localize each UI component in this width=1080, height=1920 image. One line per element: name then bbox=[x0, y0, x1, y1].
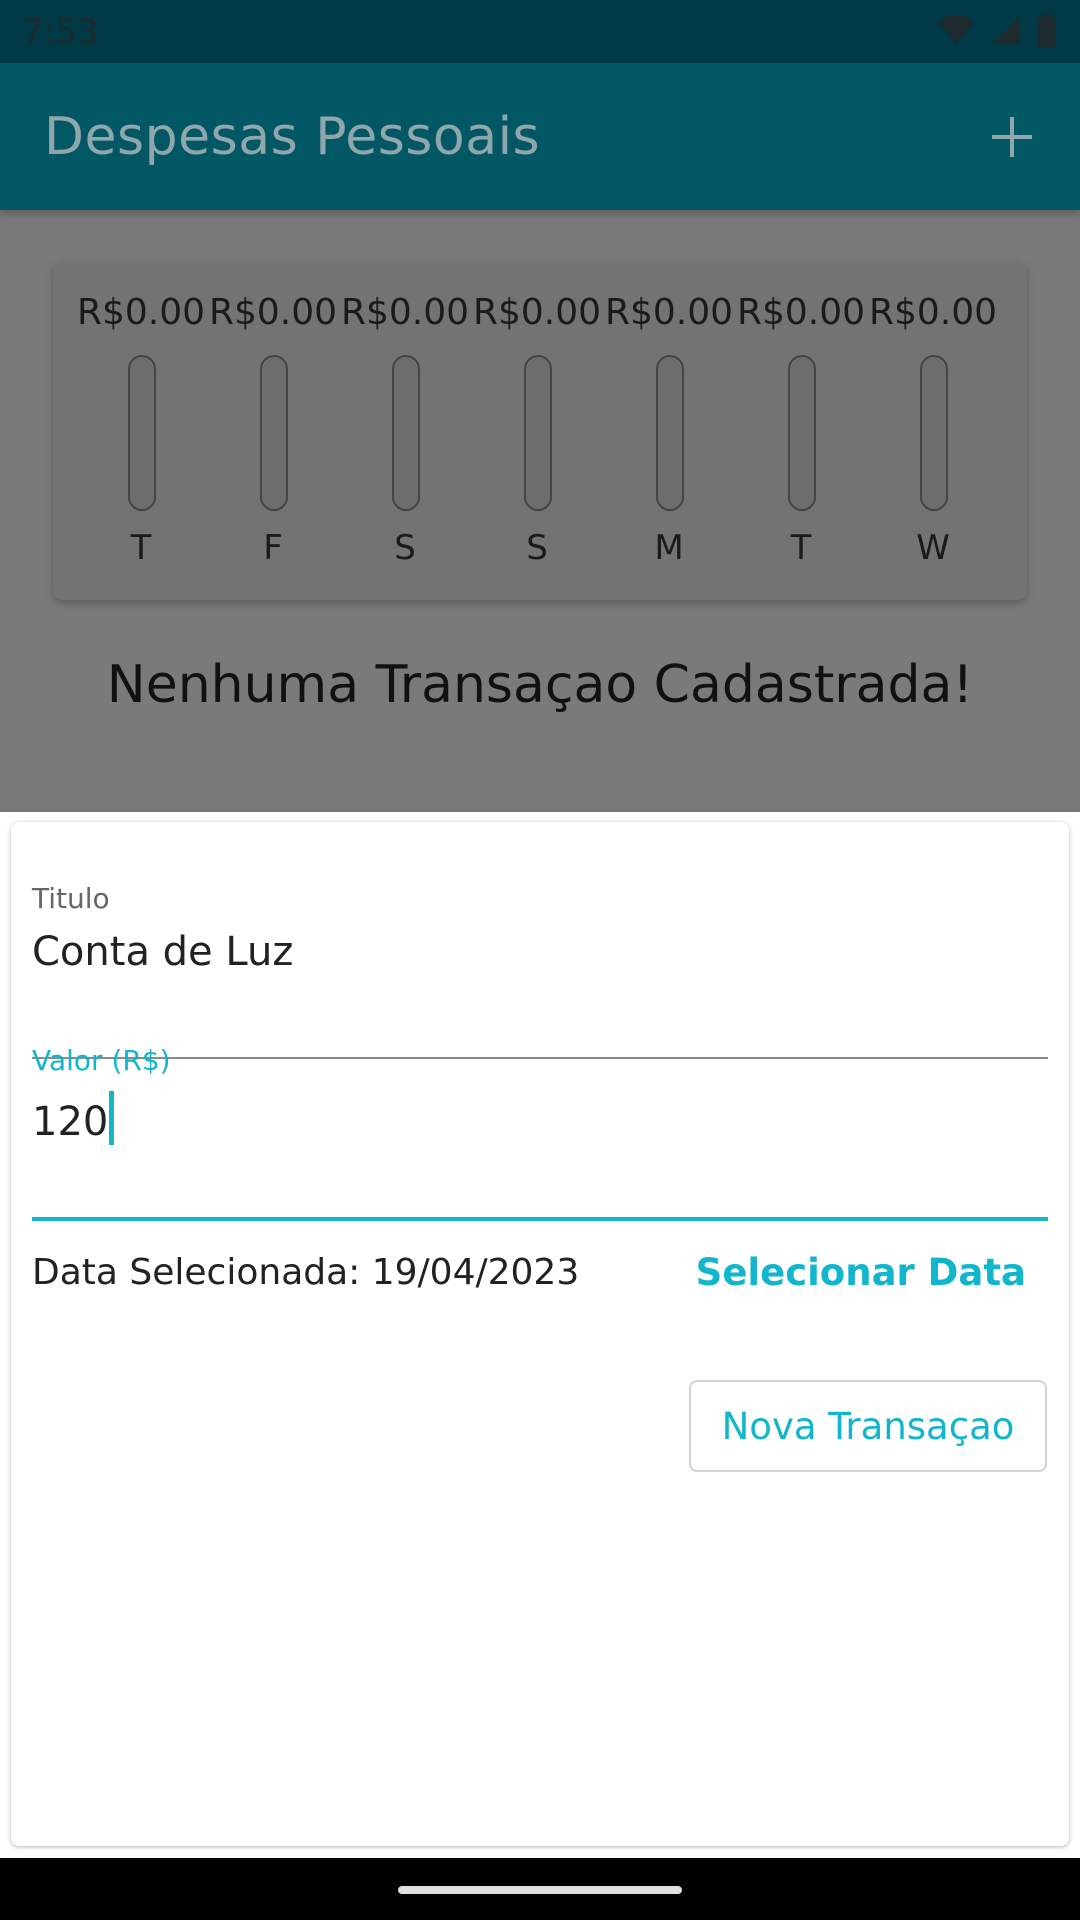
bar-value-label: R$0.00 bbox=[340, 292, 470, 333]
chart-bar-column: R$0.00 W bbox=[867, 262, 999, 600]
bar-value-label: R$0.00 bbox=[76, 292, 206, 333]
transaction-form: Titulo Conta de Luz Valor (R$) 120 Data … bbox=[11, 822, 1069, 1846]
bar-day-label: T bbox=[790, 528, 812, 568]
chart-bar-column: R$0.00 T bbox=[75, 262, 207, 600]
title-field[interactable]: Titulo Conta de Luz bbox=[32, 882, 1048, 1059]
status-icons bbox=[936, 12, 1058, 51]
selected-date-text: Data Selecionada: 19/04/2023 bbox=[32, 1251, 580, 1293]
bar-day-label: S bbox=[526, 528, 548, 568]
wifi-icon bbox=[936, 14, 976, 50]
title-field-value[interactable]: Conta de Luz bbox=[32, 929, 1048, 975]
value-field-input[interactable]: 120 bbox=[32, 1091, 1048, 1145]
bar-track bbox=[656, 355, 684, 511]
chart-bar-column: R$0.00 S bbox=[339, 262, 471, 600]
text-cursor bbox=[109, 1091, 115, 1145]
bar-day-label: T bbox=[130, 528, 152, 568]
bar-track bbox=[524, 355, 552, 511]
bar-value-label: R$0.00 bbox=[472, 292, 602, 333]
value-field-underline bbox=[32, 1217, 1048, 1221]
app-title: Despesas Pessoais bbox=[44, 106, 541, 167]
app-bar: Despesas Pessoais bbox=[0, 63, 1080, 210]
bar-track bbox=[260, 355, 288, 511]
bar-track bbox=[128, 355, 156, 511]
bar-value-label: R$0.00 bbox=[208, 292, 338, 333]
status-time: 7:53 bbox=[22, 11, 99, 52]
empty-transactions-message: Nenhuma Transaçao Cadastrada! bbox=[106, 655, 974, 715]
bar-value-label: R$0.00 bbox=[868, 292, 998, 333]
bar-day-label: W bbox=[916, 528, 950, 568]
chart-bar-column: R$0.00 T bbox=[735, 262, 867, 600]
bar-track bbox=[788, 355, 816, 511]
value-field[interactable]: Valor (R$) 120 bbox=[32, 1044, 1048, 1221]
chart-bar-column: R$0.00 S bbox=[471, 262, 603, 600]
new-transaction-button[interactable]: Nova Transaçao bbox=[689, 1380, 1047, 1472]
battery-icon bbox=[1036, 12, 1058, 51]
weekly-chart: R$0.00 T R$0.00 F R$0.00 S R$0.00 S R$0.00 M R$0.0… bbox=[53, 262, 1027, 600]
value-field-text: 120 bbox=[32, 1099, 109, 1145]
title-field-label: Titulo bbox=[32, 882, 110, 915]
signal-icon bbox=[990, 14, 1022, 50]
bar-day-label: F bbox=[263, 528, 283, 568]
bar-track bbox=[392, 355, 420, 511]
select-date-button[interactable]: Selecionar Data bbox=[696, 1251, 1048, 1294]
bar-day-label: M bbox=[654, 528, 684, 568]
bar-day-label: S bbox=[394, 528, 416, 568]
bar-value-label: R$0.00 bbox=[604, 292, 734, 333]
home-handle[interactable] bbox=[398, 1886, 682, 1894]
status-bar: 7:53 bbox=[0, 0, 1080, 63]
add-button[interactable] bbox=[982, 107, 1042, 167]
chart-bar-column: R$0.00 M bbox=[603, 262, 735, 600]
bar-track bbox=[920, 355, 948, 511]
chart-bar-column: R$0.00 F bbox=[207, 262, 339, 600]
bar-value-label: R$0.00 bbox=[736, 292, 866, 333]
bottom-sheet: Titulo Conta de Luz Valor (R$) 120 Data … bbox=[0, 812, 1080, 1858]
navigation-bar bbox=[0, 1858, 1080, 1920]
value-field-label: Valor (R$) bbox=[32, 1044, 171, 1077]
plus-icon bbox=[992, 116, 1032, 157]
date-row: Data Selecionada: 19/04/2023 Selecionar … bbox=[32, 1242, 1048, 1302]
